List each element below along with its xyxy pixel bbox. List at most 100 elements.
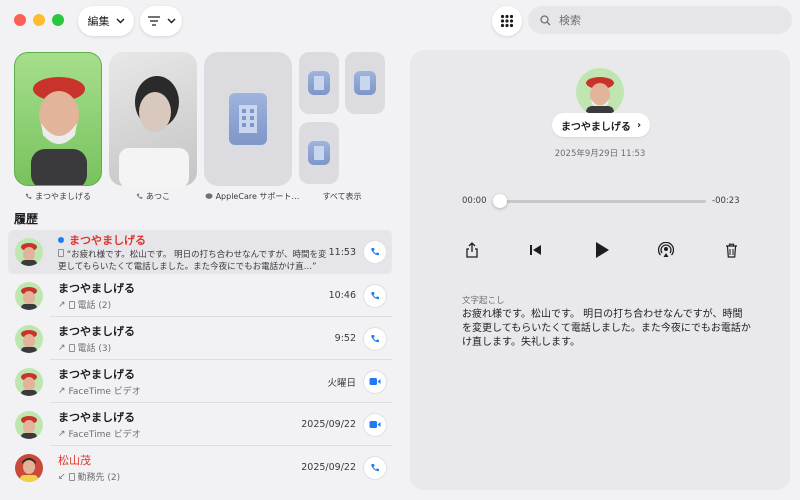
phone-icon <box>136 193 143 199</box>
contact-name: 松山茂 <box>58 454 91 467</box>
history-row[interactable]: まつやましげる ↗ FaceTime ビデオ 火曜日 <box>8 360 392 403</box>
search-field[interactable] <box>528 6 792 34</box>
favorite-card-business-3[interactable] <box>299 122 339 184</box>
edit-menu-button[interactable]: 編集 <box>78 6 134 36</box>
show-all-link[interactable]: すべて表示 <box>299 191 385 202</box>
filter-menu-button[interactable] <box>140 6 182 36</box>
call-time: 9:52 <box>334 333 356 344</box>
close-window-button[interactable] <box>14 14 26 26</box>
favorite-label: あつこ <box>109 191 197 202</box>
call-back-button[interactable] <box>364 241 386 263</box>
building-icon <box>308 71 330 95</box>
history-row[interactable]: 松山茂 ↙ 勤務先 (2) 2025/09/22 <box>8 446 392 489</box>
delete-button[interactable] <box>719 238 743 262</box>
play-button[interactable] <box>590 238 614 262</box>
avatar <box>15 281 43 310</box>
voicemail-date: 2025年9月29日 11:53 <box>554 149 646 159</box>
call-time: 11:53 <box>328 246 356 258</box>
history-row[interactable]: まつやましげる ↗ 電話 (3) 9:52 <box>8 317 392 360</box>
video-camera-icon <box>369 378 381 385</box>
history-row-body: まつやましげる ↗ 電話 (2) <box>58 280 329 311</box>
avatar <box>15 453 43 482</box>
voicemail-icon <box>58 248 64 257</box>
contact-name-button[interactable]: まつやましげる › <box>552 113 650 137</box>
call-time: 2025/09/22 <box>301 419 356 430</box>
video-camera-icon <box>369 421 381 428</box>
avatar <box>15 324 43 353</box>
audio-route-button[interactable] <box>654 238 678 262</box>
avatar <box>576 68 624 116</box>
favorite-card-business-2[interactable] <box>345 52 385 114</box>
history-row-body: まつやましげる ↗ FaceTime ビデオ <box>58 366 327 397</box>
chevron-down-icon <box>167 18 175 24</box>
history-row[interactable]: まつやましげる ↗ 電話 (2) 10:46 <box>8 274 392 317</box>
history-row-body: まつやましげる “お疲れ様です。松山です。 明日の打ち合わせなんですが、時間を変… <box>58 232 329 273</box>
memoji-avatar-icon <box>21 329 37 353</box>
memoji-avatar-icon <box>21 286 37 310</box>
photo-avatar-icon <box>119 76 189 186</box>
phone-icon <box>25 193 32 199</box>
history-row[interactable]: まつやましげる “お疲れ様です。松山です。 明日の打ち合わせなんですが、時間を変… <box>8 230 392 274</box>
airplay-audio-icon <box>658 242 674 257</box>
keypad-button[interactable] <box>492 6 522 36</box>
trash-icon <box>725 243 737 258</box>
call-detail: ↙ 勤務先 (2) <box>58 471 121 484</box>
favorite-card-matsuyama[interactable] <box>14 52 102 186</box>
search-input[interactable] <box>559 13 759 27</box>
favorite-card-atsuko[interactable] <box>109 52 197 186</box>
building-icon <box>308 141 330 165</box>
phone-icon <box>371 248 379 256</box>
play-icon <box>596 242 609 258</box>
call-back-button[interactable] <box>364 284 386 307</box>
favorite-label: AppleCare サポート… <box>200 191 304 202</box>
memoji-avatar-icon <box>21 415 37 439</box>
contact-name: まつやましげる <box>58 411 135 424</box>
building-icon <box>229 93 267 145</box>
chevron-right-icon: › <box>636 119 642 131</box>
history-row[interactable]: まつやましげる ↗ FaceTime ビデオ 2025/09/22 <box>8 403 392 446</box>
transcript-label: 文字起こし <box>462 296 505 306</box>
edit-label: 編集 <box>87 15 110 28</box>
outgoing-arrow-icon: ↗ <box>58 428 66 439</box>
history-heading: 履歴 <box>14 212 39 226</box>
phone-badge-icon <box>68 300 75 309</box>
skip-back-button[interactable] <box>524 238 548 262</box>
history-row-body: 松山茂 ↙ 勤務先 (2) <box>58 452 301 483</box>
phone-icon <box>371 334 379 342</box>
memoji-avatar-icon <box>21 243 37 266</box>
phone-badge-icon <box>68 472 75 481</box>
voicemail-preview: “お疲れ様です。松山です。 明日の打ち合わせなんですが、時間を変更してもらいたく… <box>58 248 327 272</box>
contact-name: まつやましげる <box>58 368 135 381</box>
memoji-avatar-icon <box>21 372 37 396</box>
facetime-button[interactable] <box>364 413 386 436</box>
facetime-button[interactable] <box>364 370 386 393</box>
zoom-window-button[interactable] <box>52 14 64 26</box>
favorite-card-business-1[interactable] <box>299 52 339 114</box>
scrubber-handle[interactable] <box>493 194 507 208</box>
voicemail-detail-panel: まつやましげる › 2025年9月29日 11:53 00:00 -00:23 … <box>410 50 790 490</box>
memoji-avatar-icon <box>31 77 87 185</box>
playback-scrubber[interactable] <box>498 200 706 203</box>
share-button[interactable] <box>460 238 484 262</box>
contact-name: まつやましげる <box>58 325 135 338</box>
favorite-card-applecare[interactable] <box>204 52 292 186</box>
share-icon <box>466 242 478 258</box>
minimize-window-button[interactable] <box>33 14 45 26</box>
history-row-body: まつやましげる ↗ FaceTime ビデオ <box>58 409 301 440</box>
phone-badge-icon <box>68 343 75 352</box>
transcript-text: お疲れ様です。松山です。 明日の打ち合わせなんですが、時間を変更してもらいたくて… <box>462 309 751 348</box>
avatar <box>15 367 43 396</box>
call-back-button[interactable] <box>364 327 386 350</box>
outgoing-arrow-icon: ↗ <box>58 342 66 353</box>
call-detail: ↗ 電話 (3) <box>58 342 112 355</box>
call-time: 火曜日 <box>327 377 356 389</box>
call-back-button[interactable] <box>364 456 386 479</box>
chevron-down-icon <box>116 18 124 24</box>
contact-name: まつやましげる <box>58 282 135 295</box>
filter-icon <box>147 16 160 26</box>
photo-avatar-icon <box>20 457 38 482</box>
phone-icon <box>371 291 379 299</box>
avatar <box>15 238 43 266</box>
elapsed-time: 00:00 <box>462 196 487 206</box>
message-bubble-icon <box>205 193 213 199</box>
